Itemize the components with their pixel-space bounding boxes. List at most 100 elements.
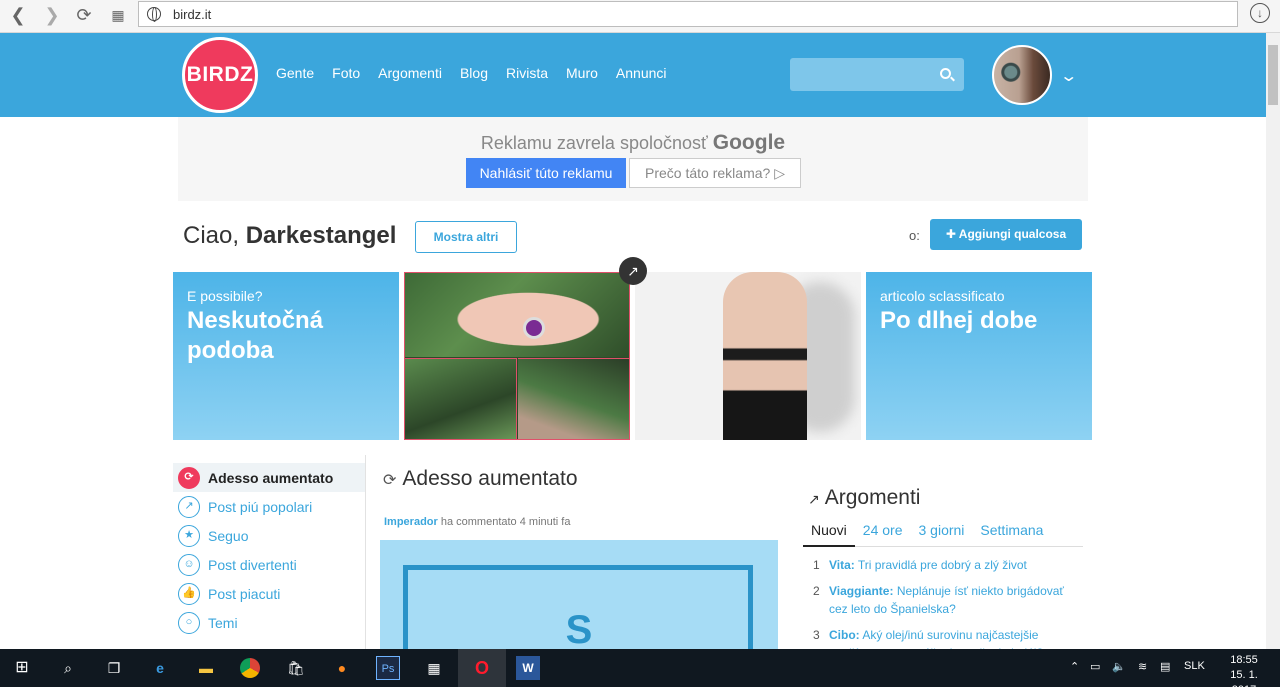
nav-link-annunci[interactable]: Annunci — [616, 65, 667, 81]
nav-link-rivista[interactable]: Rivista — [506, 65, 548, 81]
tray-chevron-icon[interactable]: ⌃ — [1070, 660, 1079, 673]
greeting-hello: Ciao, — [183, 222, 240, 249]
nav-link-blog[interactable]: Blog — [460, 65, 488, 81]
search-icon[interactable]: ⌕ — [56, 656, 80, 680]
tile-kicker: articolo sclassificato — [880, 288, 1005, 304]
report-ad-button[interactable]: Nahlásiť túto reklamu — [466, 158, 626, 188]
sidebar-item-label: Post divertenti — [208, 556, 297, 573]
sidebar-item-label: Post piacuti — [208, 585, 281, 602]
speed-dial-icon[interactable]: ▦ — [106, 4, 130, 26]
reload-icon[interactable]: ⟳ — [72, 4, 96, 26]
feed-heading: ⟳ Adesso aumentato — [383, 467, 578, 491]
greeting-username: Darkestangel — [245, 222, 397, 249]
avatar[interactable] — [992, 45, 1052, 105]
battery-icon[interactable]: ▭ — [1090, 660, 1100, 673]
topics-tabs: Nuovi 24 ore 3 giorni Settimana — [803, 518, 1083, 547]
feed-heading-text: Adesso aumentato — [402, 467, 578, 490]
sidebar-item-piacuti[interactable]: 👍 Post piacuti — [173, 579, 365, 608]
photoshop-icon[interactable]: Ps — [376, 656, 400, 680]
main-nav: Gente Foto Argomenti Blog Rivista Muro A… — [276, 65, 667, 81]
download-icon[interactable]: ↓ — [1250, 3, 1270, 23]
logo[interactable]: BIRDZ — [182, 37, 258, 113]
nav-link-foto[interactable]: Foto — [332, 65, 360, 81]
back-icon[interactable]: ❮ — [6, 4, 30, 26]
featured-tile[interactable]: articolo sclassificato Po dlhej dobe — [866, 272, 1092, 440]
tab-24-ore[interactable]: 24 ore — [855, 518, 911, 547]
calculator-icon[interactable]: ▦ — [422, 656, 446, 680]
sidebar-item-label: Temi — [208, 614, 238, 631]
add-something-button[interactable]: ✚ Aggiungi qualcosa — [930, 219, 1082, 250]
chevron-down-icon[interactable]: ⌄ — [1059, 66, 1078, 86]
ad-closed-notice: Reklamu zavrela spoločnosť Google — [178, 131, 1088, 155]
notification-icon[interactable]: ▤ — [1160, 660, 1170, 673]
search-icon[interactable] — [940, 68, 951, 79]
address-bar[interactable]: birdz.it — [138, 1, 1238, 27]
edge-icon[interactable]: e — [148, 656, 172, 680]
topic-number: 1 — [813, 558, 820, 572]
topic-item[interactable]: 1 Vita: Tri pravidlá pre dobrý a zlý živ… — [808, 556, 1083, 574]
or-label: o: — [909, 228, 920, 243]
tab-3-giorni[interactable]: 3 giorni — [911, 518, 973, 547]
topic-category[interactable]: Cibo: — [829, 628, 860, 642]
firefox-icon[interactable]: ● — [330, 656, 354, 680]
word-icon[interactable]: W — [516, 656, 540, 680]
sidebar-item-seguo[interactable]: ★ Seguo — [173, 521, 365, 550]
google-wordmark: Google — [712, 131, 786, 154]
sidebar-item-adesso-aumentato[interactable]: ⟳ Adesso aumentato — [173, 463, 365, 492]
sidebar-item-popular[interactable]: ↗ Post piú popolari — [173, 492, 365, 521]
task-view-icon[interactable]: ❐ — [102, 656, 126, 680]
taskbar-clock[interactable]: 18:55 15. 1. 2017 — [1218, 653, 1270, 698]
chrome-icon[interactable] — [240, 658, 260, 678]
trending-icon: ↗ — [619, 257, 647, 285]
url-text: birdz.it — [173, 7, 212, 22]
why-this-ad-button[interactable]: Prečo táto reklama? ▷ — [629, 158, 801, 188]
nav-link-argomenti[interactable]: Argomenti — [378, 65, 442, 81]
topics-heading: ↗ Argomenti — [808, 486, 920, 510]
topic-number: 2 — [813, 584, 820, 598]
ad-banner: Reklamu zavrela spoločnosť Google Nahlás… — [178, 117, 1088, 201]
featured-photo-woman[interactable] — [635, 272, 861, 440]
topic-category[interactable]: Vita: — [829, 558, 855, 572]
browser-toolbar: ❮ ❯ ⟳ ▦ birdz.it ↓ — [0, 0, 1280, 33]
opera-icon[interactable]: O — [470, 656, 494, 680]
globe-icon — [147, 7, 161, 22]
forward-icon[interactable]: ❯ — [40, 4, 64, 26]
feed-author-link[interactable]: Imperador — [384, 516, 438, 528]
tile-kicker: E possibile? — [187, 288, 263, 304]
sidebar-item-divertenti[interactable]: ☺ Post divertenti — [173, 550, 365, 579]
photo-ring-detail — [523, 317, 545, 339]
feed-card-letter: S — [565, 608, 593, 649]
sidebar-item-label: Adesso aumentato — [208, 469, 334, 486]
star-icon: ★ — [178, 524, 200, 547]
topic-item[interactable]: 2 Viaggiante: Neplánuje ísť niekto brigá… — [808, 582, 1083, 618]
topic-title[interactable]: Tri pravidlá pre dobrý a zlý život — [858, 558, 1027, 572]
scrollbar[interactable] — [1266, 33, 1280, 649]
volume-icon[interactable]: 🔈 — [1112, 660, 1126, 673]
show-more-button[interactable]: Mostra altri — [415, 221, 517, 253]
feed-item-meta: Imperador ha commentato 4 minuti fa — [384, 516, 570, 528]
windows-start-icon[interactable]: ⊞ — [10, 656, 34, 680]
tab-nuovi[interactable]: Nuovi — [803, 518, 855, 547]
sidebar-item-label: Post piú popolari — [208, 498, 313, 515]
language-indicator[interactable]: SLK — [1184, 660, 1205, 672]
photo-figure — [723, 272, 807, 440]
feed-card[interactable]: S — [380, 540, 778, 649]
nav-link-muro[interactable]: Muro — [566, 65, 598, 81]
thumbs-up-icon: 👍 — [178, 582, 200, 605]
featured-tile[interactable]: E possibile? Neskutočná podoba — [173, 272, 399, 440]
topics-heading-text: Argomenti — [824, 486, 921, 509]
search-input[interactable] — [790, 58, 964, 91]
tile-title: Neskutočná podoba — [187, 307, 324, 364]
refresh-icon: ⟳ — [383, 472, 397, 489]
nav-link-gente[interactable]: Gente — [276, 65, 314, 81]
tab-settimana[interactable]: Settimana — [972, 518, 1051, 547]
sidebar-item-temi[interactable]: ○ Temi — [173, 608, 365, 637]
topic-category[interactable]: Viaggiante: — [829, 584, 893, 598]
photo-thumb-left — [405, 358, 517, 439]
file-explorer-icon[interactable]: ▬ — [194, 656, 218, 680]
featured-photo-rings[interactable] — [404, 272, 630, 440]
wifi-icon[interactable]: ≋ — [1138, 660, 1147, 673]
clock-date: 15. 1. 2017 — [1230, 669, 1258, 696]
scrollbar-thumb[interactable] — [1268, 45, 1278, 105]
store-icon[interactable]: 🛍 — [284, 656, 308, 680]
